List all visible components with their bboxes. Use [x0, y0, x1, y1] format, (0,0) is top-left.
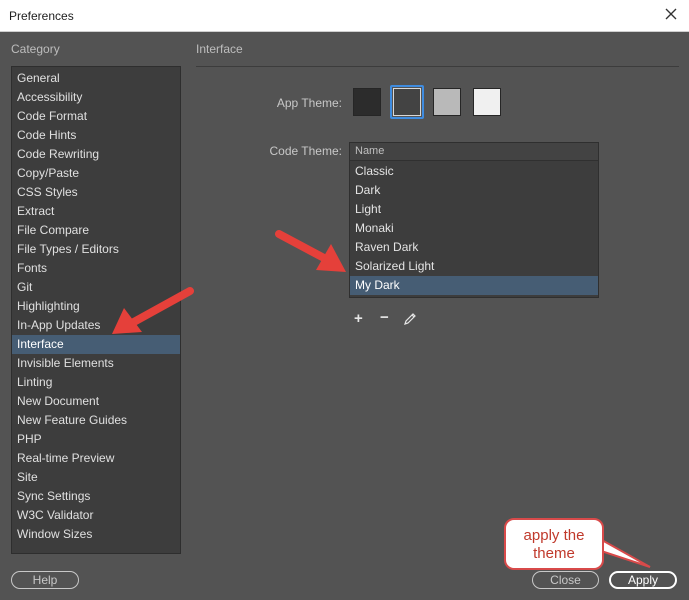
section-divider [196, 66, 679, 67]
app-theme-lightest-swatch[interactable] [473, 88, 501, 116]
theme-item-solarized-light[interactable]: Solarized Light [350, 257, 598, 276]
edit-theme-icon[interactable] [403, 312, 417, 326]
add-theme-button[interactable]: + [354, 310, 363, 327]
sidebar-item-code-hints[interactable]: Code Hints [12, 126, 180, 145]
sidebar-item-new-document[interactable]: New Document [12, 392, 180, 411]
theme-item-raven-dark[interactable]: Raven Dark [350, 238, 598, 257]
app-theme-label: App Theme: [276, 96, 342, 110]
sidebar-item-php[interactable]: PHP [12, 430, 180, 449]
category-header: Category [11, 42, 60, 56]
sidebar-item-css-styles[interactable]: CSS Styles [12, 183, 180, 202]
help-button[interactable]: Help [11, 571, 79, 589]
title-bar: Preferences [0, 0, 689, 32]
sidebar-item-invisible-elements[interactable]: Invisible Elements [12, 354, 180, 373]
theme-item-classic[interactable]: Classic [350, 162, 598, 181]
window-title: Preferences [9, 9, 74, 23]
sidebar-item-general[interactable]: General [12, 69, 180, 88]
sidebar-item-w3c-validator[interactable]: W3C Validator [12, 506, 180, 525]
sidebar-item-accessibility[interactable]: Accessibility [12, 88, 180, 107]
sidebar-item-file-types-editors[interactable]: File Types / Editors [12, 240, 180, 259]
sidebar-item-highlighting[interactable]: Highlighting [12, 297, 180, 316]
sidebar-item-fonts[interactable]: Fonts [12, 259, 180, 278]
theme-item-my-dark[interactable]: My Dark [350, 276, 598, 295]
sidebar-item-git[interactable]: Git [12, 278, 180, 297]
sidebar-item-window-sizes[interactable]: Window Sizes [12, 525, 180, 544]
sidebar-item-new-feature-guides[interactable]: New Feature Guides [12, 411, 180, 430]
remove-theme-button[interactable]: − [380, 309, 389, 326]
app-theme-darkest-swatch[interactable] [353, 88, 381, 116]
sidebar-item-site[interactable]: Site [12, 468, 180, 487]
arrow-head-my-dark [316, 244, 346, 272]
sidebar-item-linting[interactable]: Linting [12, 373, 180, 392]
app-theme-light-swatch[interactable] [433, 88, 461, 116]
app-theme-dark-swatch[interactable] [393, 88, 421, 116]
sidebar-item-code-format[interactable]: Code Format [12, 107, 180, 126]
sidebar-item-interface[interactable]: Interface [12, 335, 180, 354]
category-list[interactable]: General Accessibility Code Format Code Hint… [11, 66, 181, 554]
callout-line-2: theme [533, 545, 575, 562]
code-theme-label: Code Theme: [269, 144, 343, 158]
theme-item-light[interactable]: Light [350, 200, 598, 219]
close-icon[interactable] [663, 6, 679, 22]
arrow-to-my-dark [275, 230, 328, 262]
sidebar-item-real-time-preview[interactable]: Real-time Preview [12, 449, 180, 468]
sidebar-item-code-rewriting[interactable]: Code Rewriting [12, 145, 180, 164]
apply-callout: apply the theme [504, 518, 604, 570]
callout-line-1: apply the [523, 527, 585, 544]
sidebar-item-extract[interactable]: Extract [12, 202, 180, 221]
sidebar-item-sync-settings[interactable]: Sync Settings [12, 487, 180, 506]
sidebar-item-in-app-updates[interactable]: In-App Updates [12, 316, 180, 335]
section-title: Interface [196, 42, 243, 56]
sidebar-item-file-compare[interactable]: File Compare [12, 221, 180, 240]
column-header-name[interactable]: Name [350, 143, 598, 161]
close-button[interactable]: Close [532, 571, 599, 589]
theme-item-dark[interactable]: Dark [350, 181, 598, 200]
code-theme-list[interactable]: Name Classic Dark Light Monaki Raven Dark Sol… [349, 142, 599, 298]
apply-button[interactable]: Apply [609, 571, 677, 589]
sidebar-item-copy-paste[interactable]: Copy/Paste [12, 164, 180, 183]
theme-item-monaki[interactable]: Monaki [350, 219, 598, 238]
